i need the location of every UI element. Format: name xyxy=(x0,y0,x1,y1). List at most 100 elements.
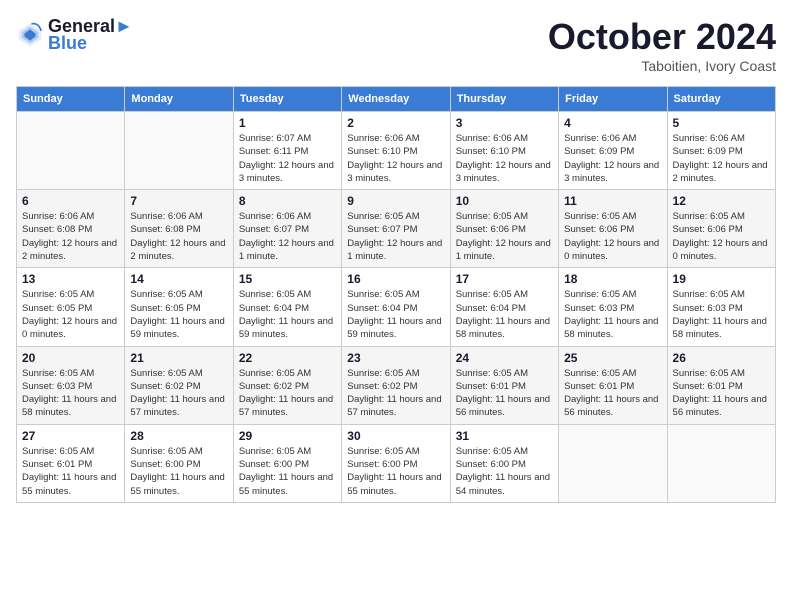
day-number: 28 xyxy=(130,429,227,443)
day-info: Sunrise: 6:05 AMSunset: 6:06 PMDaylight:… xyxy=(456,210,553,263)
calendar-cell: 22 Sunrise: 6:05 AMSunset: 6:02 PMDayligh… xyxy=(233,346,341,424)
day-number: 22 xyxy=(239,351,336,365)
calendar-cell: 5Sunrise: 6:06 AMSunset: 6:09 PMDaylight… xyxy=(667,112,775,190)
day-info: Sunrise: 6:05 AMSunset: 6:05 PMDaylight:… xyxy=(22,288,119,341)
location-subtitle: Taboitien, Ivory Coast xyxy=(548,58,776,74)
weekday-header-row: SundayMondayTuesdayWednesdayThursdayFrid… xyxy=(17,87,776,112)
calendar-cell: 10 Sunrise: 6:05 AMSunset: 6:06 PMDayligh… xyxy=(450,190,558,268)
day-number: 17 xyxy=(456,272,553,286)
day-number: 20 xyxy=(22,351,119,365)
weekday-header-tuesday: Tuesday xyxy=(233,87,341,112)
calendar-week-4: 20 Sunrise: 6:05 AMSunset: 6:03 PMDayligh… xyxy=(17,346,776,424)
day-number: 21 xyxy=(130,351,227,365)
day-number: 30 xyxy=(347,429,444,443)
day-info: Sunrise: 6:05 AMSunset: 6:01 PMDaylight:… xyxy=(456,367,553,420)
weekday-header-saturday: Saturday xyxy=(667,87,775,112)
day-info: Sunrise: 6:06 AMSunset: 6:08 PMDaylight:… xyxy=(22,210,119,263)
calendar-week-1: 1 Sunrise: 6:07 AMSunset: 6:11 PMDaylight… xyxy=(17,112,776,190)
calendar-cell: 16 Sunrise: 6:05 AMSunset: 6:04 PMDayligh… xyxy=(342,268,450,346)
day-info: Sunrise: 6:05 AMSunset: 6:00 PMDaylight:… xyxy=(130,445,227,498)
day-info: Sunrise: 6:05 AMSunset: 6:01 PMDaylight:… xyxy=(673,367,770,420)
day-number: 14 xyxy=(130,272,227,286)
day-info: Sunrise: 6:05 AMSunset: 6:04 PMDaylight:… xyxy=(347,288,444,341)
day-info: Sunrise: 6:06 AMSunset: 6:09 PMDaylight:… xyxy=(673,132,770,185)
day-info: Sunrise: 6:05 AMSunset: 6:00 PMDaylight:… xyxy=(239,445,336,498)
logo-text: General► Blue xyxy=(48,16,133,54)
day-info: Sunrise: 6:06 AMSunset: 6:09 PMDaylight:… xyxy=(564,132,661,185)
calendar-cell: 12Sunrise: 6:05 AMSunset: 6:06 PMDayligh… xyxy=(667,190,775,268)
calendar-cell: 14 Sunrise: 6:05 AMSunset: 6:05 PMDayligh… xyxy=(125,268,233,346)
day-number: 25 xyxy=(564,351,661,365)
calendar-week-2: 6 Sunrise: 6:06 AMSunset: 6:08 PMDaylight… xyxy=(17,190,776,268)
calendar-cell: 13 Sunrise: 6:05 AMSunset: 6:05 PMDayligh… xyxy=(17,268,125,346)
calendar-cell: 27 Sunrise: 6:05 AMSunset: 6:01 PMDayligh… xyxy=(17,424,125,502)
calendar-cell: 31 Sunrise: 6:05 AMSunset: 6:00 PMDayligh… xyxy=(450,424,558,502)
calendar-week-3: 13 Sunrise: 6:05 AMSunset: 6:05 PMDayligh… xyxy=(17,268,776,346)
day-info: Sunrise: 6:05 AMSunset: 6:02 PMDaylight:… xyxy=(239,367,336,420)
logo-icon xyxy=(16,21,44,49)
day-number: 13 xyxy=(22,272,119,286)
day-number: 7 xyxy=(130,194,227,208)
calendar-cell: 15 Sunrise: 6:05 AMSunset: 6:04 PMDayligh… xyxy=(233,268,341,346)
day-info: Sunrise: 6:07 AMSunset: 6:11 PMDaylight:… xyxy=(239,132,336,185)
day-number: 11 xyxy=(564,194,661,208)
weekday-header-sunday: Sunday xyxy=(17,87,125,112)
day-number: 4 xyxy=(564,116,661,130)
day-info: Sunrise: 6:05 AMSunset: 6:03 PMDaylight:… xyxy=(564,288,661,341)
day-info: Sunrise: 6:05 AMSunset: 6:00 PMDaylight:… xyxy=(347,445,444,498)
day-info: Sunrise: 6:05 AMSunset: 6:04 PMDaylight:… xyxy=(239,288,336,341)
day-number: 19 xyxy=(673,272,770,286)
calendar-week-5: 27 Sunrise: 6:05 AMSunset: 6:01 PMDayligh… xyxy=(17,424,776,502)
day-info: Sunrise: 6:05 AMSunset: 6:02 PMDaylight:… xyxy=(347,367,444,420)
calendar-cell: 6 Sunrise: 6:06 AMSunset: 6:08 PMDaylight… xyxy=(17,190,125,268)
day-number: 10 xyxy=(456,194,553,208)
calendar-cell: 4 Sunrise: 6:06 AMSunset: 6:09 PMDaylight… xyxy=(559,112,667,190)
day-info: Sunrise: 6:05 AMSunset: 6:07 PMDaylight:… xyxy=(347,210,444,263)
calendar-cell: 23 Sunrise: 6:05 AMSunset: 6:02 PMDayligh… xyxy=(342,346,450,424)
day-number: 31 xyxy=(456,429,553,443)
day-info: Sunrise: 6:06 AMSunset: 6:10 PMDaylight:… xyxy=(347,132,444,185)
calendar-cell: 26Sunrise: 6:05 AMSunset: 6:01 PMDayligh… xyxy=(667,346,775,424)
day-number: 1 xyxy=(239,116,336,130)
calendar-cell: 30 Sunrise: 6:05 AMSunset: 6:00 PMDayligh… xyxy=(342,424,450,502)
calendar-cell: 28 Sunrise: 6:05 AMSunset: 6:00 PMDayligh… xyxy=(125,424,233,502)
day-info: Sunrise: 6:05 AMSunset: 6:00 PMDaylight:… xyxy=(456,445,553,498)
weekday-header-monday: Monday xyxy=(125,87,233,112)
title-area: October 2024 Taboitien, Ivory Coast xyxy=(548,16,776,74)
calendar-cell: 3Sunrise: 6:06 AMSunset: 6:10 PMDaylight… xyxy=(450,112,558,190)
weekday-header-thursday: Thursday xyxy=(450,87,558,112)
day-info: Sunrise: 6:06 AMSunset: 6:10 PMDaylight:… xyxy=(456,132,553,185)
calendar-cell: 18 Sunrise: 6:05 AMSunset: 6:03 PMDayligh… xyxy=(559,268,667,346)
day-number: 27 xyxy=(22,429,119,443)
calendar-cell: 20 Sunrise: 6:05 AMSunset: 6:03 PMDayligh… xyxy=(17,346,125,424)
month-title: October 2024 xyxy=(548,16,776,58)
day-number: 18 xyxy=(564,272,661,286)
day-info: Sunrise: 6:05 AMSunset: 6:05 PMDaylight:… xyxy=(130,288,227,341)
calendar-cell: 24 Sunrise: 6:05 AMSunset: 6:01 PMDayligh… xyxy=(450,346,558,424)
day-number: 16 xyxy=(347,272,444,286)
day-number: 2 xyxy=(347,116,444,130)
day-info: Sunrise: 6:06 AMSunset: 6:08 PMDaylight:… xyxy=(130,210,227,263)
day-info: Sunrise: 6:05 AMSunset: 6:03 PMDaylight:… xyxy=(673,288,770,341)
calendar-cell: 8Sunrise: 6:06 AMSunset: 6:07 PMDaylight… xyxy=(233,190,341,268)
calendar-table: SundayMondayTuesdayWednesdayThursdayFrid… xyxy=(16,86,776,503)
calendar-cell: 2 Sunrise: 6:06 AMSunset: 6:10 PMDaylight… xyxy=(342,112,450,190)
day-number: 8 xyxy=(239,194,336,208)
calendar-cell: 25 Sunrise: 6:05 AMSunset: 6:01 PMDayligh… xyxy=(559,346,667,424)
day-number: 24 xyxy=(456,351,553,365)
day-number: 6 xyxy=(22,194,119,208)
calendar-cell xyxy=(559,424,667,502)
day-info: Sunrise: 6:05 AMSunset: 6:01 PMDaylight:… xyxy=(564,367,661,420)
weekday-header-friday: Friday xyxy=(559,87,667,112)
calendar-cell: 7 Sunrise: 6:06 AMSunset: 6:08 PMDaylight… xyxy=(125,190,233,268)
day-number: 9 xyxy=(347,194,444,208)
day-info: Sunrise: 6:05 AMSunset: 6:01 PMDaylight:… xyxy=(22,445,119,498)
calendar-cell: 17Sunrise: 6:05 AMSunset: 6:04 PMDayligh… xyxy=(450,268,558,346)
day-number: 23 xyxy=(347,351,444,365)
calendar-cell: 1 Sunrise: 6:07 AMSunset: 6:11 PMDaylight… xyxy=(233,112,341,190)
day-number: 15 xyxy=(239,272,336,286)
day-info: Sunrise: 6:05 AMSunset: 6:03 PMDaylight:… xyxy=(22,367,119,420)
day-info: Sunrise: 6:05 AMSunset: 6:02 PMDaylight:… xyxy=(130,367,227,420)
day-info: Sunrise: 6:05 AMSunset: 6:06 PMDaylight:… xyxy=(564,210,661,263)
calendar-cell: 19 Sunrise: 6:05 AMSunset: 6:03 PMDayligh… xyxy=(667,268,775,346)
